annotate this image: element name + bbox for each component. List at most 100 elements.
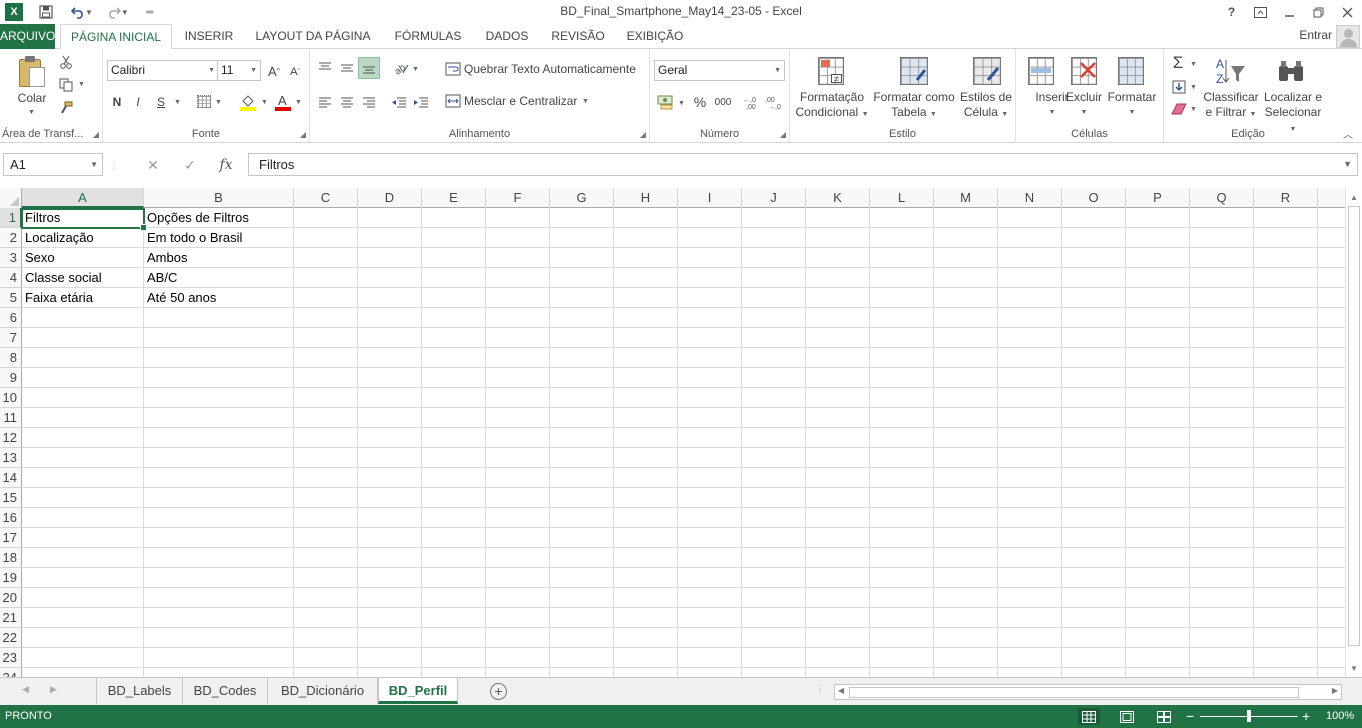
row-header-2[interactable]: 2 (0, 228, 22, 248)
row-header-23[interactable]: 23 (0, 648, 22, 668)
tab-layout-da-pagina[interactable]: LAYOUT DA PÁGINA (248, 24, 378, 49)
row-header-10[interactable]: 10 (0, 388, 22, 408)
confirm-entry-icon[interactable]: ✓ (176, 154, 204, 176)
ribbon-display-options-icon[interactable] (1246, 0, 1275, 24)
tab-inserir[interactable]: INSERIR (178, 24, 240, 49)
column-header-b[interactable]: B (144, 188, 294, 208)
percent-style-button[interactable]: % (690, 92, 710, 112)
wrap-text-button[interactable]: Quebrar Texto Automaticamente (464, 61, 636, 77)
format-cells-icon[interactable] (1118, 57, 1144, 85)
column-header-l[interactable]: L (870, 188, 934, 208)
sheet-tab-bd-codes[interactable]: BD_Codes (183, 678, 268, 704)
row-header-19[interactable]: 19 (0, 568, 22, 588)
clear-icon[interactable] (1170, 101, 1188, 117)
row-header-11[interactable]: 11 (0, 408, 22, 428)
alignment-launcher-icon[interactable]: ◢ (640, 130, 646, 139)
zoom-slider-thumb[interactable] (1247, 710, 1251, 722)
sign-in-link[interactable]: Entrar (1299, 28, 1332, 42)
zoom-level[interactable]: 100% (1326, 710, 1354, 722)
column-header-e[interactable]: E (422, 188, 486, 208)
decrease-decimal-icon[interactable]: ,00 →,0 (764, 92, 784, 112)
sheet-tab-bd-labels[interactable]: BD_Labels (97, 678, 183, 704)
number-format-select[interactable]: Geral ▼ (654, 60, 785, 81)
cell-a4[interactable]: Classe social (22, 268, 144, 288)
autosum-icon[interactable]: Σ (1168, 53, 1188, 73)
tab-pagina-inicial[interactable]: PÁGINA INICIAL (60, 24, 172, 50)
format-cells-button[interactable]: Formatar ▼ (1104, 90, 1160, 120)
clipboard-launcher-icon[interactable]: ◢ (93, 130, 99, 139)
fill-dropdown-icon[interactable]: ▼ (1190, 84, 1197, 91)
tab-split-handle[interactable]: ⋮ (815, 684, 825, 695)
add-sheet-button[interactable]: + (490, 683, 507, 700)
cell-a5[interactable]: Faixa etária (22, 288, 144, 308)
row-header-17[interactable]: 17 (0, 528, 22, 548)
comma-style-button[interactable]: 000 (712, 92, 734, 112)
row-header-7[interactable]: 7 (0, 328, 22, 348)
page-break-view-icon[interactable] (1153, 708, 1175, 725)
cell-b3[interactable]: Ambos (144, 248, 294, 268)
scroll-down-icon[interactable]: ▼ (1346, 660, 1362, 676)
scroll-right-icon[interactable]: ▶ (1332, 686, 1338, 695)
increase-indent-icon[interactable] (412, 93, 430, 111)
cell-a3[interactable]: Sexo (22, 248, 144, 268)
minimize-icon[interactable] (1275, 0, 1304, 24)
zoom-out-icon[interactable]: − (1186, 708, 1194, 724)
copy-icon[interactable] (56, 76, 76, 94)
font-color-icon[interactable]: A (273, 91, 293, 113)
column-header-q[interactable]: Q (1190, 188, 1254, 208)
column-header-h[interactable]: H (614, 188, 678, 208)
align-right-icon[interactable] (360, 93, 378, 111)
fill-icon[interactable] (1170, 78, 1188, 96)
align-left-icon[interactable] (316, 93, 334, 111)
column-header-o[interactable]: O (1062, 188, 1126, 208)
column-header-m[interactable]: M (934, 188, 998, 208)
row-header-13[interactable]: 13 (0, 448, 22, 468)
sort-filter-icon[interactable]: AZ (1214, 55, 1246, 87)
tab-exibicao[interactable]: EXIBIÇÃO (620, 24, 690, 49)
row-header-22[interactable]: 22 (0, 628, 22, 648)
font-size-select[interactable]: 11 ▼ (217, 60, 261, 81)
row-header-14[interactable]: 14 (0, 468, 22, 488)
row-header-24[interactable]: 24 (0, 668, 22, 677)
paste-dropdown-icon[interactable]: ▼ (28, 109, 35, 116)
cell-b2[interactable]: Em todo o Brasil (144, 228, 294, 248)
column-header-r[interactable]: R (1254, 188, 1318, 208)
merge-center-button[interactable]: Mesclar e Centralizar (464, 93, 577, 109)
row-header-21[interactable]: 21 (0, 608, 22, 628)
conditional-formatting-icon[interactable]: ≠ (818, 57, 844, 85)
column-header-p[interactable]: P (1126, 188, 1190, 208)
cut-icon[interactable] (56, 53, 76, 71)
scroll-left-icon[interactable]: ◀ (838, 686, 844, 695)
tab-dados[interactable]: DADOS (478, 24, 536, 49)
merge-center-icon[interactable] (444, 93, 462, 109)
tab-revisao[interactable]: REVISÃO (546, 24, 610, 49)
cancel-entry-icon[interactable]: ✕ (139, 154, 167, 176)
sort-filter-button[interactable]: Classificar e Filtrar ▼ (1200, 90, 1262, 122)
tab-arquivo[interactable]: ARQUIVO (0, 24, 55, 49)
paste-icon[interactable] (17, 55, 47, 89)
accounting-format-icon[interactable] (656, 92, 676, 112)
row-header-12[interactable]: 12 (0, 428, 22, 448)
underline-button[interactable]: S (153, 91, 169, 113)
bold-button[interactable]: N (109, 91, 125, 113)
increase-decimal-icon[interactable]: ←,0,00 (742, 92, 762, 112)
user-avatar[interactable] (1336, 25, 1360, 48)
borders-dropdown-icon[interactable]: ▼ (215, 99, 222, 106)
font-launcher-icon[interactable]: ◢ (300, 130, 306, 139)
redo-dropdown-icon[interactable]: ▼ (121, 8, 129, 17)
column-header-j[interactable]: J (742, 188, 806, 208)
normal-view-icon[interactable] (1078, 708, 1100, 725)
row-header-3[interactable]: 3 (0, 248, 22, 268)
collapse-ribbon-icon[interactable]: ︿ (1340, 127, 1356, 141)
decrease-indent-icon[interactable] (390, 93, 408, 111)
row-header-18[interactable]: 18 (0, 548, 22, 568)
select-all-corner[interactable] (0, 188, 22, 208)
sheet-tab-bd-dicionario[interactable]: BD_Dicionário (268, 678, 378, 704)
align-center-icon[interactable] (338, 93, 356, 111)
autosum-dropdown-icon[interactable]: ▼ (1190, 61, 1197, 68)
cell-a2[interactable]: Localização (22, 228, 144, 248)
fill-color-dropdown-icon[interactable]: ▼ (261, 99, 268, 106)
scroll-up-icon[interactable]: ▲ (1346, 189, 1362, 205)
delete-cells-button[interactable]: Excluir ▼ (1058, 90, 1110, 120)
tab-formulas[interactable]: FÓRMULAS (388, 24, 468, 49)
